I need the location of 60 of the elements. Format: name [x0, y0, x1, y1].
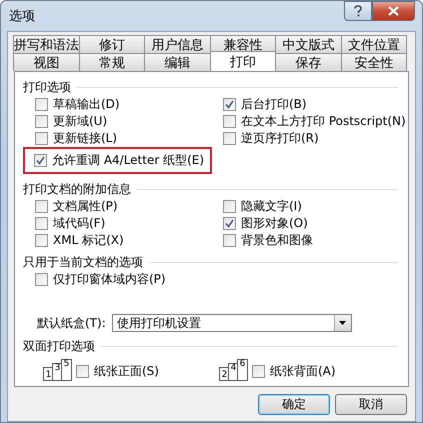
help-button[interactable]: [344, 1, 372, 21]
page-sheet: 5: [61, 359, 72, 381]
page-sheet: 2: [218, 367, 230, 381]
checkbox-label: 在文本上方打印 Postscript(N): [241, 113, 406, 130]
tab[interactable]: 中文版式: [275, 35, 342, 53]
checkbox-label: 纸张正面(S): [94, 362, 159, 380]
checkbox[interactable]: [223, 132, 236, 145]
checkbox[interactable]: [35, 132, 48, 145]
checkbox-label: 背景色和图像: [241, 232, 313, 249]
close-button[interactable]: [372, 1, 415, 21]
help-icon: [354, 5, 362, 17]
checkbox[interactable]: [35, 234, 48, 247]
tab[interactable]: 文件位置: [340, 35, 408, 53]
checkbox[interactable]: [76, 364, 89, 378]
checkbox[interactable]: [252, 364, 265, 378]
checkbox[interactable]: [35, 217, 48, 230]
window-title: 选项: [9, 8, 35, 25]
checkbox[interactable]: [223, 98, 236, 111]
dialog-button[interactable]: 取消: [335, 394, 407, 415]
tray-dropdown[interactable]: 使用打印机设置: [112, 314, 352, 332]
checkbox[interactable]: [223, 115, 236, 128]
group-label: 打印选项: [23, 78, 71, 96]
dropdown-arrow-icon: [339, 321, 346, 325]
tab[interactable]: 打印: [210, 51, 276, 71]
checkbox[interactable]: [223, 200, 236, 213]
checkbox-label: 逆页序打印(R): [241, 130, 319, 147]
checkbox[interactable]: [35, 115, 48, 128]
tab[interactable]: 用户信息: [144, 35, 211, 53]
tab[interactable]: 视图: [13, 53, 80, 71]
group-label: 只用于当前文档的选项: [23, 254, 143, 270]
checkbox-label: XML 标记(X): [53, 232, 124, 249]
tab[interactable]: 修订: [79, 35, 146, 53]
tab[interactable]: 保存: [275, 53, 342, 71]
checkbox-label: 纸张背面(A): [270, 362, 336, 380]
checkbox-label: 草稿输出(D): [53, 96, 120, 113]
checkbox-label: 文档属性(P): [53, 198, 118, 215]
checkbox[interactable]: [35, 98, 48, 111]
checkbox-label: 仅打印窗体域内容(P): [53, 271, 166, 288]
checkbox-label: 域代码(F): [53, 215, 106, 232]
dialog-button[interactable]: 确定: [258, 394, 330, 415]
checkbox-label: 隐藏文字(I): [241, 198, 302, 215]
checkbox-label: 更新域(U): [53, 113, 108, 130]
tab[interactable]: 安全性: [340, 53, 407, 71]
checkbox-label: 更新链接(L): [53, 130, 118, 147]
group-label: 打印文档的附加信息: [23, 180, 131, 198]
tab[interactable]: 常规: [78, 53, 145, 71]
tab[interactable]: 拼写和语法: [13, 35, 80, 53]
checkbox[interactable]: [35, 273, 48, 286]
checkbox-label: 图形对象(O): [241, 215, 308, 232]
checkbox[interactable]: [34, 154, 47, 167]
close-icon: [388, 6, 399, 16]
checkbox[interactable]: [223, 217, 236, 230]
group-label: 双面打印选项: [23, 338, 95, 354]
checkbox-label: 允许重调 A4/Letter 纸型(E): [52, 152, 204, 169]
page-sheet: 6: [236, 359, 248, 381]
checkbox-label: 后台打印(B): [241, 96, 307, 113]
tray-label: 默认纸盒(T):: [37, 314, 106, 332]
checkbox[interactable]: [223, 234, 236, 247]
checkbox[interactable]: [35, 200, 48, 213]
tab[interactable]: 编辑: [144, 53, 210, 71]
